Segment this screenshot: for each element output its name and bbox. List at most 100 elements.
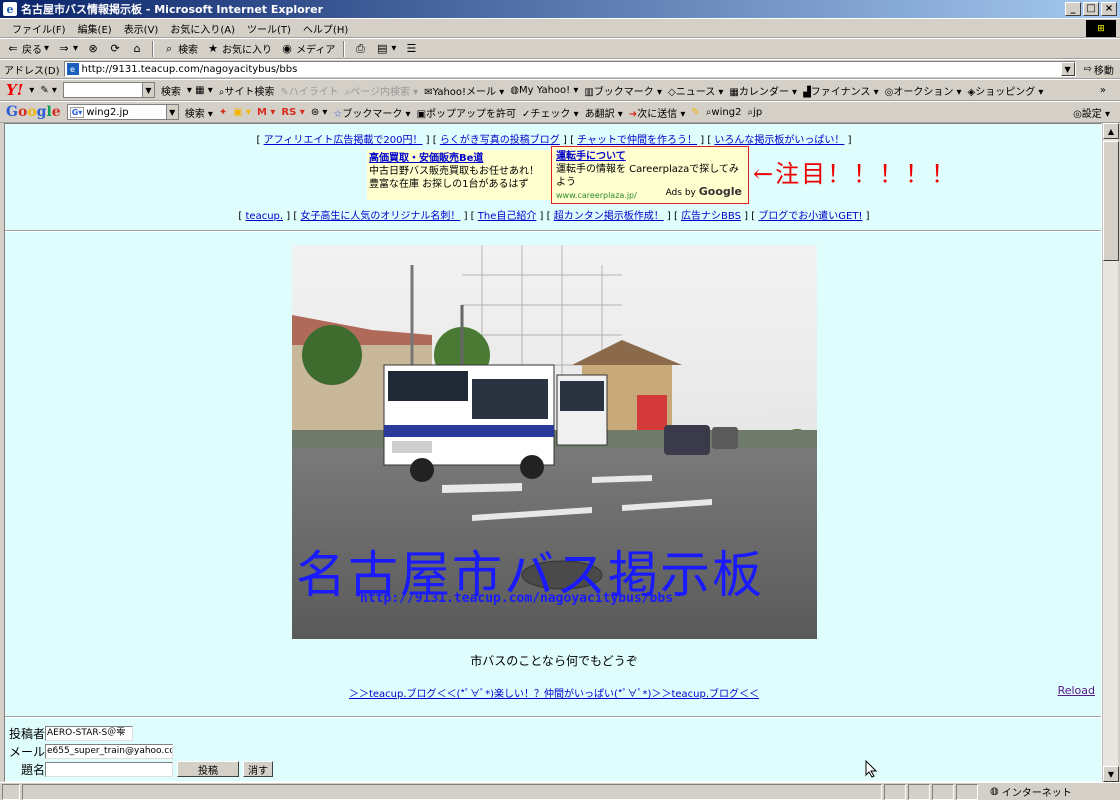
auction-button[interactable]: ◎オークション ▾	[885, 83, 962, 98]
menu-file[interactable]: ファイル(F)	[6, 21, 72, 36]
refresh-icon: ⟳	[110, 42, 120, 55]
minimize-button[interactable]: _	[1065, 2, 1081, 16]
subject-input[interactable]	[45, 761, 173, 777]
shopping-button[interactable]: ◈ショッピング ▾	[968, 83, 1044, 98]
top-link-bbs[interactable]: いろんな掲示板がいっぱい！	[714, 135, 844, 146]
edit-button[interactable]: ▤ ▾	[375, 42, 396, 56]
finance-button[interactable]: ▟ファイナンス ▾	[803, 83, 879, 98]
menu-tools[interactable]: ツール(T)	[241, 21, 297, 36]
menu-help[interactable]: ヘルプ(H)	[297, 21, 354, 36]
post-form: 投稿者 AERO-STAR-S＠雫 メール e655_super_train@y…	[5, 724, 273, 778]
favorites-icon: ★	[208, 42, 218, 55]
news-button[interactable]: ◇ニュース ▾	[668, 83, 723, 98]
rs-button[interactable]: RS ▾	[281, 107, 304, 118]
google-logo[interactable]: Google	[6, 104, 61, 120]
link-bbs-create[interactable]: 超カンタン掲示板作成！	[554, 211, 664, 222]
author-input[interactable]: AERO-STAR-S＠雫	[45, 725, 133, 741]
top-links: [ アフィリエイト広告掲載で200円！ ] [ らくがき写真の投稿ブログ ] […	[256, 135, 852, 146]
go-button[interactable]: ⇨ 移動	[1084, 62, 1114, 77]
clear-button[interactable]: 消す	[243, 761, 273, 777]
send-arrow-icon: ➜	[628, 108, 638, 120]
news-label: ニュース	[675, 86, 716, 98]
ad-left-headline[interactable]: 高価買取・安価販売Be道	[369, 152, 550, 165]
vertical-scrollbar[interactable]: ▲ ▼	[1102, 123, 1119, 782]
close-button[interactable]: ×	[1101, 2, 1117, 16]
settings-button[interactable]: ◎設定 ▾	[1073, 105, 1110, 120]
yahoo-search-options[interactable]: ▾ ▦ ▾	[187, 85, 213, 96]
yahoo-search-input[interactable]: ▼	[62, 82, 155, 98]
maximize-button[interactable]: □	[1083, 2, 1099, 16]
jp-button[interactable]: ⌕jp	[747, 107, 762, 118]
gmail-icon[interactable]: M ▾	[257, 107, 275, 118]
stop-button[interactable]: ⊗	[86, 42, 100, 56]
refresh-button[interactable]: ⟳	[108, 42, 122, 56]
highlight-button[interactable]: ✎ハイライト	[280, 83, 338, 98]
google-search-input[interactable]: G▾ wing2.jp ▼	[66, 104, 179, 120]
translate-button[interactable]: あ翻訳 ▾	[585, 105, 623, 120]
shopping-label: ショッピング	[975, 86, 1036, 98]
yahoo-menu-dropdown[interactable]: ▾	[29, 85, 34, 96]
address-label: アドレス(D)	[4, 65, 60, 77]
scroll-up-icon[interactable]: ▲	[1103, 123, 1119, 139]
submit-button[interactable]: 投稿	[177, 761, 239, 777]
home-button[interactable]: ⌂	[130, 42, 144, 56]
back-label: 戻る	[22, 45, 42, 56]
ads-by-google[interactable]: Ads by Google	[666, 185, 742, 200]
pagerank-icon[interactable]: ✦	[219, 107, 227, 118]
print-button[interactable]: ⎙	[353, 42, 367, 56]
link-no-ad-bbs[interactable]: 広告ナシBBS	[681, 211, 741, 222]
bottom-links: [ teacup. ] [ 女子高生に人気のオリジナル名刺！ ] [ The自己…	[238, 211, 870, 222]
yahoo-mail-button[interactable]: ✉Yahoo!メール ▾	[424, 83, 504, 98]
top-link-photo-blog[interactable]: らくがき写真の投稿ブログ	[440, 135, 560, 146]
forward-button[interactable]: ⇒ ▾	[57, 42, 78, 56]
menu-favorites[interactable]: お気に入り(A)	[164, 21, 241, 36]
yahoo-mail-label: Yahoo!メール	[432, 86, 497, 98]
pencil-icon[interactable]: ✎ ▾	[40, 85, 57, 96]
ad-right-headline[interactable]: 運転手について	[556, 150, 744, 163]
highlighter-icon[interactable]: ✎	[691, 107, 699, 118]
send-to-button[interactable]: ➜次に送信 ▾	[629, 105, 686, 120]
yahoo-search-dropdown[interactable]: ▼	[141, 83, 154, 97]
blogger-icon[interactable]: ▣ ▾	[233, 107, 251, 118]
share-icon[interactable]: ⊛ ▾	[311, 107, 328, 118]
google-bookmark-button[interactable]: ☆ブックマーク ▾	[333, 105, 410, 120]
link-blog-money[interactable]: ブログでお小遣いGET!	[758, 211, 862, 222]
yahoo-logo[interactable]: Y!	[6, 81, 23, 99]
google-search-dropdown[interactable]: ▼	[165, 105, 178, 119]
teacup-blog-link[interactable]: ＞＞teacup.ブログ＜＜(*ﾟ∀ﾟ*)楽しい！？仲間がいっぱい(*ﾟ∀ﾟ*)…	[349, 689, 759, 700]
board-tagline: 市バスのことなら何でもどうぞ	[470, 654, 638, 668]
link-self-intro[interactable]: The自己紹介	[478, 211, 537, 222]
spellcheck-button[interactable]: ✓チェック ▾	[522, 105, 579, 120]
link-meishi[interactable]: 女子高生に人気のオリジナル名刺！	[300, 211, 460, 222]
top-link-affiliate[interactable]: アフィリエイト広告掲載で200円！	[264, 135, 423, 146]
search-label: 検索	[178, 45, 199, 56]
back-button[interactable]: ⇐ 戻る ▾	[6, 41, 49, 56]
favorites-button[interactable]: ★ お気に入り	[206, 41, 272, 56]
menu-edit[interactable]: 編集(E)	[72, 21, 118, 36]
reload-link[interactable]: Reload	[1058, 684, 1095, 697]
calendar-button[interactable]: ▦カレンダー ▾	[729, 83, 797, 98]
google-search-button[interactable]: 検索 ▾	[185, 105, 213, 120]
search-button[interactable]: ⌕ 検索	[162, 41, 199, 57]
site-search-button[interactable]: ⌕サイト検索	[219, 83, 275, 98]
mail-input[interactable]: e655_super_train@yahoo.co.jp	[45, 743, 173, 759]
top-link-chat[interactable]: チャットで仲間を作ろう！	[577, 135, 697, 146]
yahoo-search-button[interactable]: 検索	[161, 83, 181, 98]
scroll-down-icon[interactable]: ▼	[1103, 766, 1119, 782]
discuss-button[interactable]: ☰	[404, 42, 418, 56]
divider	[5, 230, 1101, 232]
address-input[interactable]: e http://9131.teacup.com/nagoyacitybus/b…	[63, 61, 1076, 77]
menu-view[interactable]: 表示(V)	[118, 21, 165, 36]
site-search-label: サイト検索	[224, 86, 275, 98]
mail-label: メール	[8, 744, 45, 759]
scroll-thumb[interactable]	[1103, 141, 1119, 261]
media-button[interactable]: ◉ メディア	[280, 41, 335, 56]
link-teacup[interactable]: teacup.	[246, 211, 284, 222]
wing2-button[interactable]: ⌕wing2	[706, 107, 742, 118]
page-search-button[interactable]: ⌕ページ内検索 ▾	[345, 83, 419, 98]
more-chevron-icon[interactable]: »	[1100, 85, 1106, 96]
bookmark-button[interactable]: ▥ブックマーク ▾	[584, 83, 662, 98]
address-dropdown[interactable]: ▼	[1060, 62, 1075, 76]
popup-button[interactable]: ▣ポップアップを許可	[417, 105, 516, 120]
myyahoo-button[interactable]: ◍My Yahoo! ▾	[510, 85, 578, 96]
